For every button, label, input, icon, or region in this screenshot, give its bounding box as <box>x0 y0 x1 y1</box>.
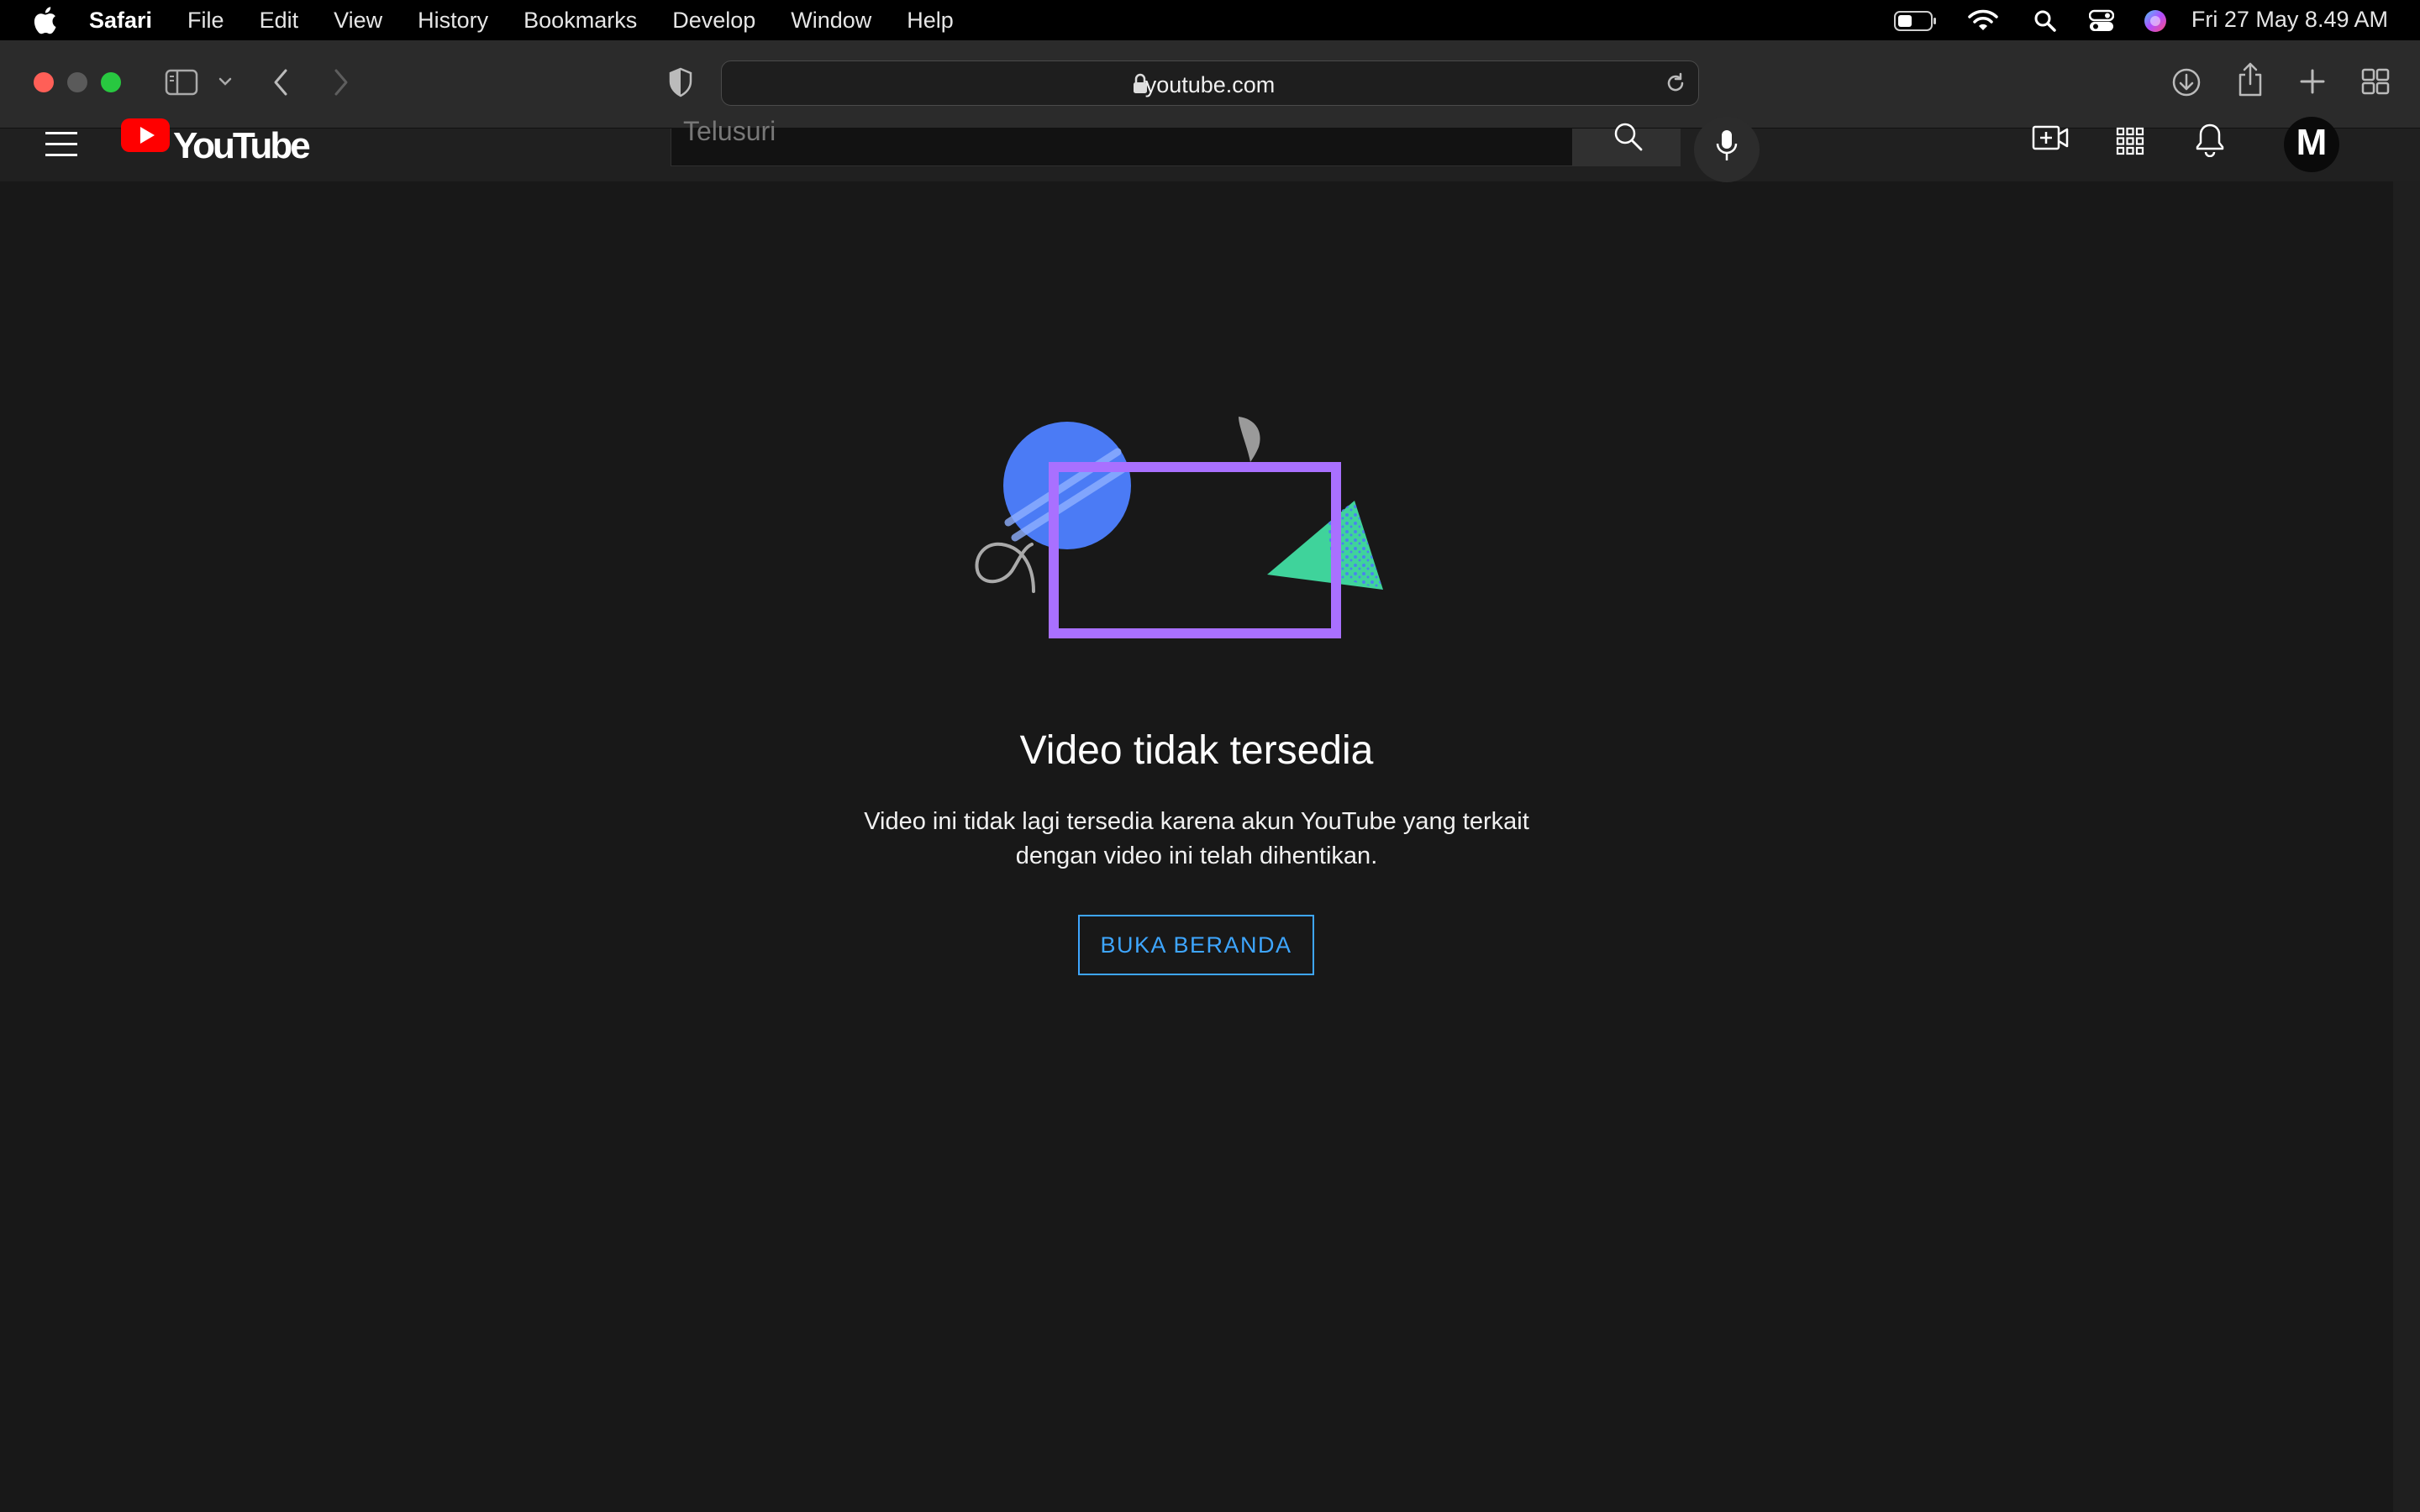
menu-file[interactable]: File <box>187 8 224 34</box>
menu-bookmarks[interactable]: Bookmarks <box>523 8 637 34</box>
menu-develop[interactable]: Develop <box>672 8 755 34</box>
search-input[interactable]: Telusuri <box>671 118 1573 166</box>
menu-window[interactable]: Window <box>791 8 871 34</box>
address-bar[interactable]: youtube.com <box>721 60 1699 106</box>
apple-icon[interactable] <box>32 5 57 35</box>
back-icon[interactable] <box>271 67 291 97</box>
error-message: Video ini tidak lagi tersedia karena aku… <box>840 805 1553 874</box>
page-scrollbar[interactable] <box>2393 181 2420 1512</box>
share-icon[interactable] <box>2237 62 2264 97</box>
window-close-button[interactable] <box>34 72 54 92</box>
search-button[interactable] <box>1573 123 1681 166</box>
menu-help[interactable]: Help <box>907 8 954 34</box>
error-message-line-1: Video ini tidak lagi tersedia karena aku… <box>864 808 1529 835</box>
voice-search-button[interactable] <box>1694 117 1760 182</box>
page-title: Video tidak tersedia <box>1019 728 1374 773</box>
create-video-icon[interactable] <box>2032 123 2069 154</box>
control-center-icon[interactable] <box>2089 9 2114 33</box>
menubar-clock[interactable]: Fri 27 May 8.49 AM <box>2191 7 2388 33</box>
video-unavailable-illustration <box>975 417 1383 638</box>
bell-icon[interactable] <box>2195 122 2225 157</box>
window-minimize-button[interactable] <box>67 72 87 92</box>
go-home-button[interactable]: BUKA BERANDA <box>1078 915 1314 975</box>
search-placeholder: Telusuri <box>683 116 776 146</box>
apps-icon[interactable] <box>2116 127 2144 155</box>
menu-view[interactable]: View <box>334 8 382 34</box>
youtube-play-icon[interactable] <box>121 118 170 152</box>
address-url: youtube.com <box>1144 72 1276 97</box>
search-icon <box>1614 123 1643 151</box>
avatar[interactable]: M <box>2284 117 2339 172</box>
mic-icon <box>1716 130 1738 160</box>
new-tab-icon[interactable] <box>2299 68 2326 95</box>
menu-history[interactable]: History <box>418 8 488 34</box>
macos-menu-bar: Safari File Edit View History Bookmarks … <box>0 0 2420 40</box>
youtube-logo-text[interactable]: YouTube <box>173 125 311 167</box>
spotlight-icon[interactable] <box>2033 9 2057 33</box>
menu-edit[interactable]: Edit <box>260 8 299 34</box>
window-zoom-button[interactable] <box>101 72 121 92</box>
download-icon[interactable] <box>2171 67 2202 97</box>
menu-app-safari[interactable]: Safari <box>89 8 152 34</box>
safari-toolbar: youtube.com <box>0 40 2420 129</box>
chevron-down-icon[interactable] <box>218 76 232 87</box>
hamburger-icon[interactable] <box>45 132 77 157</box>
shield-icon[interactable] <box>667 67 694 97</box>
tab-overview-icon[interactable] <box>2361 68 2390 95</box>
reload-icon[interactable] <box>1665 72 1686 94</box>
youtube-header: YouTube Telusuri M <box>0 117 2420 182</box>
siri-icon[interactable] <box>2143 8 2168 34</box>
battery-icon[interactable] <box>1894 11 1938 31</box>
error-message-line-2: dengan video ini telah dihentikan. <box>1015 843 1378 869</box>
sidebar-icon[interactable] <box>165 69 198 96</box>
wifi-icon[interactable] <box>1968 8 1998 32</box>
forward-icon[interactable] <box>331 67 351 97</box>
